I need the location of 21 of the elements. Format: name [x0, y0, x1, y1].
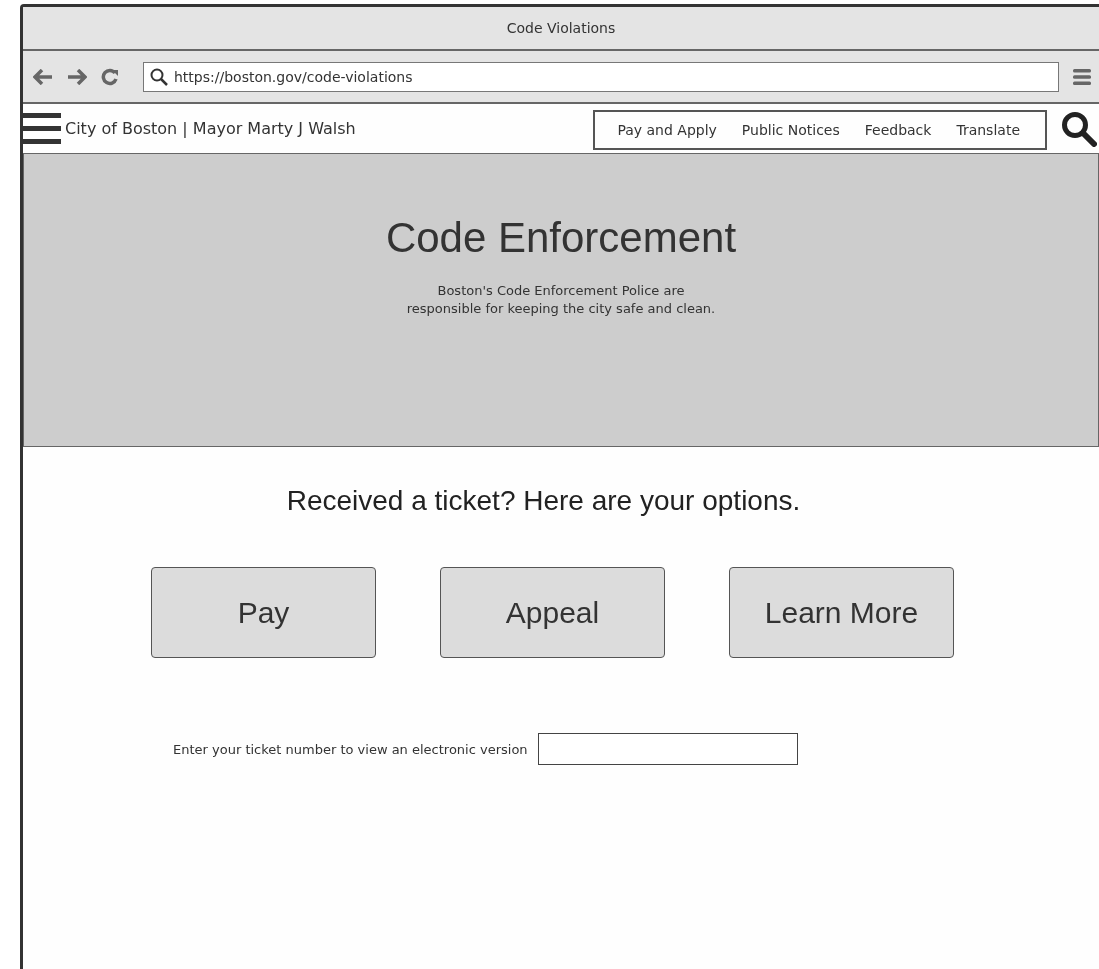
- hero-subtitle: Boston's Code Enforcement Police are responsible for keeping the city safe and clean.: [405, 282, 717, 318]
- option-button[interactable]: Pay: [151, 567, 376, 658]
- ticket-label: Enter your ticket number to view an electronic version: [173, 741, 528, 757]
- search-icon: [150, 67, 168, 86]
- address-bar[interactable]: https://boston.gov/code-violations: [143, 61, 1059, 92]
- option-button[interactable]: Learn More: [729, 567, 954, 658]
- hero-title: Code Enforcement: [384, 214, 738, 262]
- search-icon[interactable]: [1061, 110, 1097, 147]
- back-icon[interactable]: [33, 68, 53, 85]
- menu-icon[interactable]: [23, 110, 61, 147]
- forward-icon[interactable]: [67, 68, 87, 85]
- reload-icon[interactable]: [101, 67, 119, 86]
- site-title: City of Boston | Mayor Marty J Walsh: [65, 119, 356, 138]
- window-title: Code Violations: [506, 20, 616, 36]
- nav-link[interactable]: Translate: [956, 121, 1020, 138]
- nav-link[interactable]: Public Notices: [741, 121, 840, 138]
- ticket-number-field[interactable]: [537, 733, 798, 765]
- nav-link[interactable]: Pay and Apply: [617, 121, 717, 138]
- options-heading: Received a ticket? Here are your options.: [285, 485, 802, 517]
- option-button[interactable]: Appeal: [440, 567, 665, 658]
- nav-link[interactable]: Feedback: [864, 121, 932, 138]
